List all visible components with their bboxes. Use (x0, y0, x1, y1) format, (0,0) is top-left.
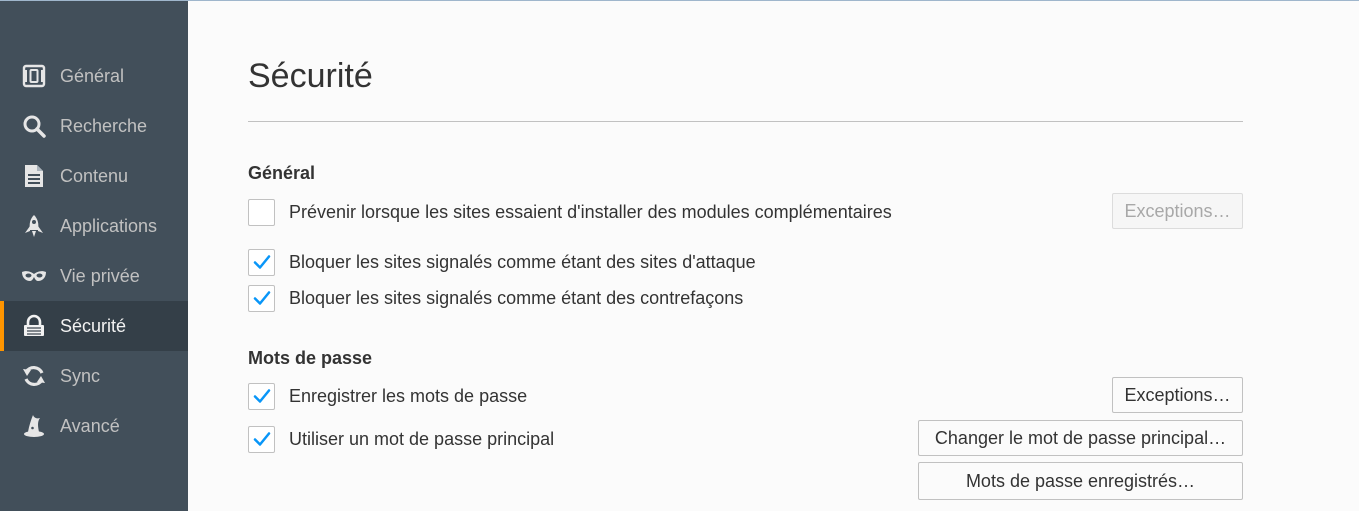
sidebar: Général Recherche Contenu Applications V… (0, 1, 188, 511)
remember-passwords-label: Enregistrer les mots de passe (289, 385, 528, 406)
sync-icon (21, 363, 47, 389)
block-attack-sites-label: Bloquer les sites signalés comme étant d… (289, 251, 756, 272)
sidebar-item-search[interactable]: Recherche (0, 101, 188, 151)
sidebar-item-content[interactable]: Contenu (0, 151, 188, 201)
master-password-checkbox[interactable] (248, 425, 275, 453)
sidebar-item-applications[interactable]: Applications (0, 201, 188, 251)
page-title: Sécurité (248, 57, 373, 95)
security-pane: Sécurité Général Prévenir lorsque les si… (188, 1, 1359, 511)
sidebar-item-general[interactable]: Général (0, 51, 188, 101)
wizard-hat-icon (21, 413, 47, 439)
rocket-icon (21, 213, 47, 239)
sidebar-item-security[interactable]: Sécurité (0, 301, 188, 351)
sidebar-item-privacy[interactable]: Vie privée (0, 251, 188, 301)
lock-icon (21, 313, 47, 339)
passwords-section-heading: Mots de passe (248, 348, 373, 368)
sidebar-item-label: Sync (60, 365, 101, 386)
title-divider (248, 121, 1243, 122)
change-master-password-button[interactable]: Changer le mot de passe principal… (918, 420, 1243, 456)
block-forgeries-option[interactable]: Bloquer les sites signalés comme étant d… (248, 283, 743, 313)
checkmark-icon (253, 255, 270, 269)
sidebar-item-label: Applications (60, 215, 158, 236)
document-icon (21, 163, 47, 189)
sidebar-item-label: Sécurité (60, 315, 127, 336)
remember-passwords-option[interactable]: Enregistrer les mots de passe (248, 381, 527, 411)
master-password-option[interactable]: Utiliser un mot de passe principal (248, 424, 554, 454)
sidebar-item-advanced[interactable]: Avancé (0, 401, 188, 451)
block-attack-sites-checkbox[interactable] (248, 248, 275, 276)
saved-passwords-button[interactable]: Mots de passe enregistrés… (918, 462, 1243, 500)
warn-addon-install-option[interactable]: Prévenir lorsque les sites essaient d'in… (248, 197, 892, 227)
mask-icon (21, 263, 47, 289)
sidebar-item-label: Recherche (60, 115, 148, 136)
general-section-heading: Général (248, 163, 316, 183)
addon-exceptions-button[interactable]: Exceptions… (1112, 193, 1243, 229)
checkmark-icon (253, 389, 270, 403)
sidebar-item-sync[interactable]: Sync (0, 351, 188, 401)
sidebar-item-label: Vie privée (60, 265, 140, 286)
remember-passwords-checkbox[interactable] (248, 382, 275, 410)
checkmark-icon (253, 291, 270, 305)
block-attack-sites-option[interactable]: Bloquer les sites signalés comme étant d… (248, 247, 756, 277)
sidebar-item-label: Avancé (60, 415, 120, 436)
master-password-label: Utiliser un mot de passe principal (289, 428, 555, 449)
warn-addon-install-label: Prévenir lorsque les sites essaient d'in… (289, 201, 892, 222)
sidebar-item-label: Contenu (60, 165, 129, 186)
sidebar-item-label: Général (60, 65, 125, 86)
checkmark-icon (253, 432, 270, 446)
password-exceptions-button[interactable]: Exceptions… (1112, 377, 1243, 413)
block-forgeries-label: Bloquer les sites signalés comme étant d… (289, 287, 744, 308)
block-forgeries-checkbox[interactable] (248, 284, 275, 312)
search-icon (21, 113, 47, 139)
warn-addon-install-checkbox[interactable] (248, 198, 275, 226)
general-icon (21, 63, 47, 89)
